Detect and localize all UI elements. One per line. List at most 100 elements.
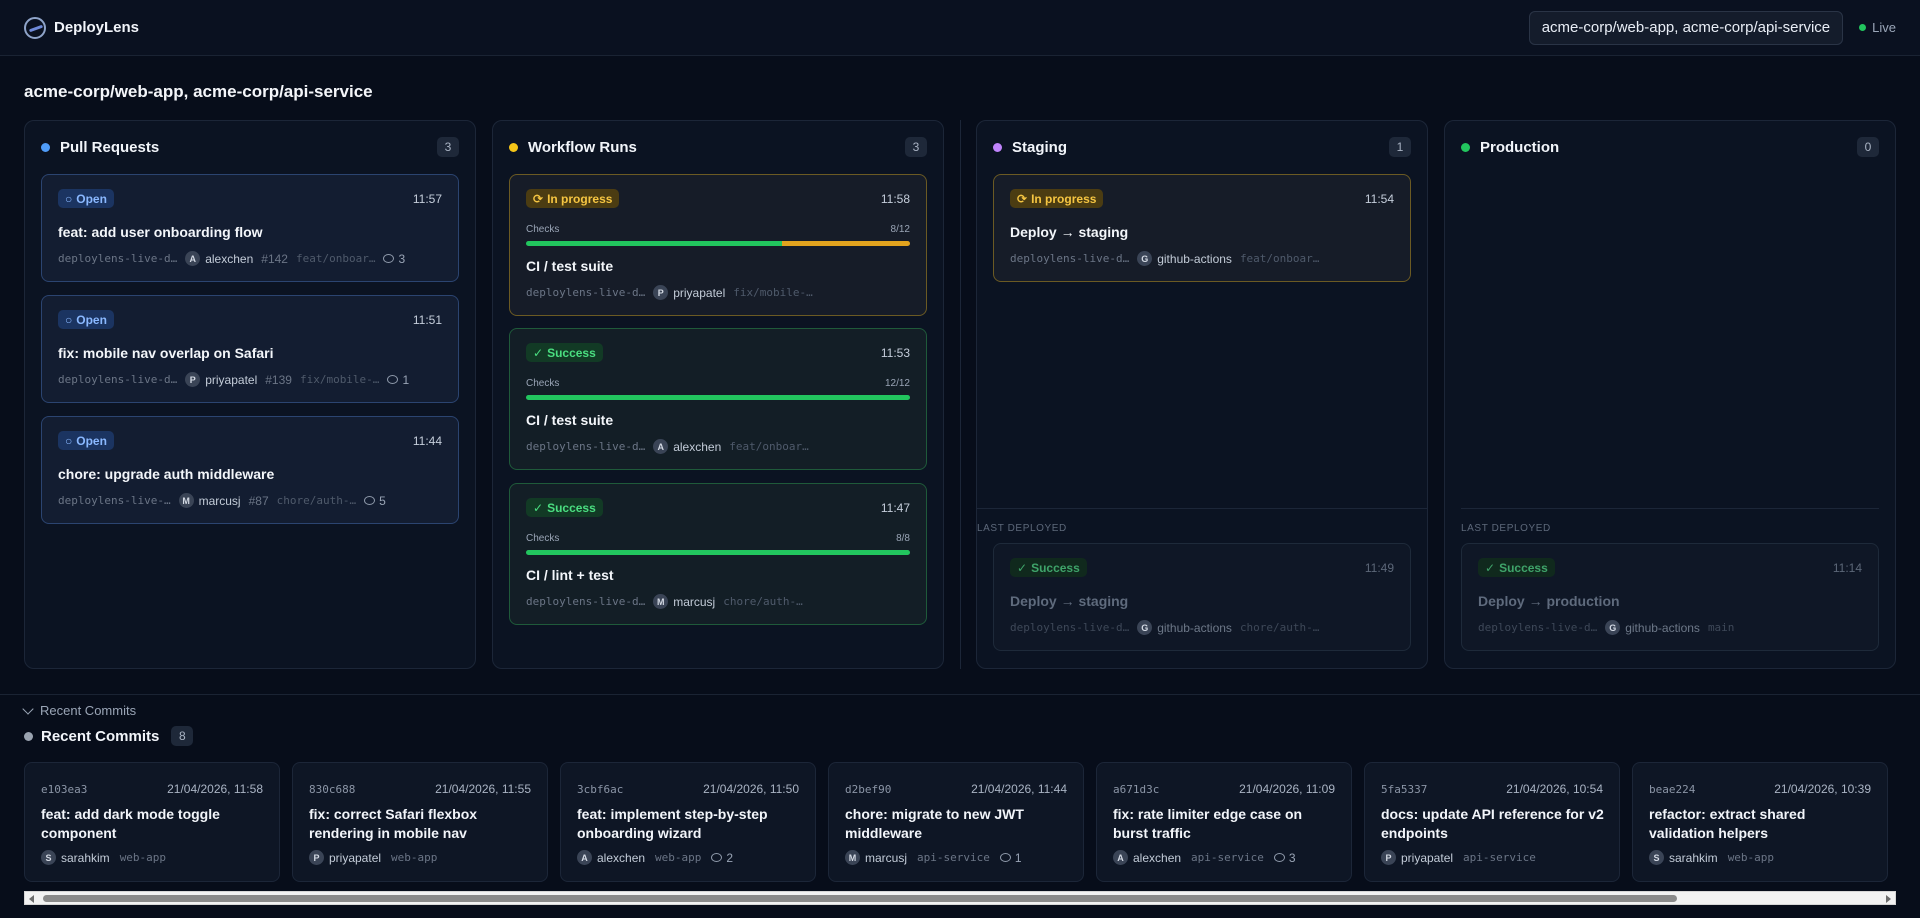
commit-sha: d2bef90 — [845, 783, 892, 796]
timestamp: 11:57 — [412, 191, 442, 206]
toggle-label: Recent Commits — [40, 703, 137, 718]
avatar: P — [1381, 850, 1396, 865]
last-deployment-card[interactable]: ✓ Success 11:14 Deploy → production depl… — [1461, 543, 1879, 651]
comment-count: 2 — [711, 851, 733, 865]
run-title: CI / test suite — [526, 412, 614, 428]
commit-date: 21/04/2026, 11:09 — [1239, 782, 1335, 796]
comment-icon — [383, 254, 395, 263]
pr-card[interactable]: ○ Open 11:44 chore: upgrade auth middlew… — [41, 416, 459, 524]
workflow-run-card[interactable]: ✓ Success 11:47 Checks 8/8 CI / lint + t… — [509, 483, 927, 625]
commit-title: fix: rate limiter edge case on burst tra… — [1113, 806, 1303, 841]
checks-count: 8/12 — [890, 224, 910, 235]
column-title: Production — [1480, 138, 1560, 156]
repo-name: deploylens-live-d… — [526, 286, 646, 299]
status-badge: ⟳ In progress — [526, 189, 620, 208]
author: Ppriyapatel — [1381, 850, 1453, 865]
avatar: S — [1649, 850, 1664, 865]
avatar: A — [1113, 850, 1128, 865]
commit-sha: beae224 — [1649, 783, 1696, 796]
section-divider — [0, 694, 1920, 695]
scrollbar-thumb[interactable] — [43, 895, 1677, 902]
comment-icon — [1273, 853, 1285, 862]
horizontal-scrollbar[interactable] — [24, 891, 1896, 905]
checks-row: Checks 8/12 — [526, 224, 910, 235]
live-dot-icon — [1859, 24, 1867, 31]
runs-status-dot-icon — [509, 142, 518, 152]
repo-name: api-service — [917, 851, 990, 864]
staging-status-dot-icon — [993, 142, 1002, 152]
commit-sha: 3cbf6ac — [577, 783, 624, 796]
last-deployment-card[interactable]: ✓ Success 11:49 Deploy → staging deployl… — [993, 543, 1411, 651]
production-status-dot-icon — [1461, 142, 1470, 152]
commit-card[interactable]: e103ea3 21/04/2026, 11:58 feat: add dark… — [24, 762, 280, 882]
repo-name: deploylens-live-d… — [58, 252, 178, 265]
commit-date: 21/04/2026, 10:54 — [1506, 782, 1603, 796]
author: Ssarahkim — [41, 850, 110, 865]
deployment-card[interactable]: ⟳ In progress 11:54 Deploy → staging dep… — [993, 174, 1411, 282]
branch-name: chore/auth-… — [276, 494, 357, 507]
repo-name: deploylens-live-… — [58, 494, 171, 507]
repo-selector[interactable]: acme-corp/web-app, acme-corp/api-service — [1528, 10, 1844, 45]
author: Ggithub-actions — [1605, 620, 1700, 635]
run-title: CI / lint + test — [526, 567, 614, 583]
author: Ppriyapatel — [309, 850, 381, 865]
timestamp: 11:58 — [880, 191, 910, 206]
brand[interactable]: DeployLens — [24, 16, 139, 39]
scroll-right-icon[interactable] — [1886, 895, 1891, 903]
checks-row: Checks 12/12 — [526, 378, 910, 389]
staging-column: Staging 1 ⟳ In progress 11:54 Deploy → s… — [976, 120, 1428, 669]
commit-date: 21/04/2026, 10:39 — [1774, 782, 1871, 796]
repo-name: web-app — [1727, 851, 1775, 864]
checks-count: 12/12 — [884, 378, 910, 389]
repo-name: api-service — [1463, 851, 1536, 864]
commit-title: refactor: extract shared validation help… — [1649, 806, 1806, 841]
branch-name: feat/onboar… — [729, 440, 809, 453]
timestamp: 11:49 — [1364, 560, 1394, 575]
commit-card[interactable]: 5fa5337 21/04/2026, 10:54 docs: update A… — [1364, 762, 1620, 882]
workflow-run-card[interactable]: ✓ Success 11:53 Checks 12/12 CI / test s… — [509, 328, 927, 470]
timestamp: 11:53 — [880, 345, 910, 360]
chevron-down-icon — [22, 702, 34, 715]
timestamp: 11:44 — [412, 433, 442, 448]
commit-date: 21/04/2026, 11:58 — [167, 782, 263, 796]
live-indicator: Live — [1859, 20, 1896, 35]
repo-name: deploylens-live-d… — [526, 440, 646, 453]
commit-sha: a671d3c — [1113, 783, 1160, 796]
branch-name: feat/onboar… — [1239, 252, 1320, 265]
avatar: M — [845, 850, 860, 865]
commit-card[interactable]: 3cbf6ac 21/04/2026, 11:50 feat: implemen… — [560, 762, 816, 882]
commit-card[interactable]: beae224 21/04/2026, 10:39 refactor: extr… — [1632, 762, 1888, 882]
pr-card[interactable]: ○ Open 11:51 fix: mobile nav overlap on … — [41, 295, 459, 403]
column-count: 3 — [437, 137, 459, 157]
pr-number: #87 — [248, 493, 269, 508]
status-badge: ○ Open — [58, 189, 114, 208]
recent-commits-toggle[interactable]: Recent Commits — [22, 702, 137, 718]
commit-card[interactable]: d2bef90 21/04/2026, 11:44 chore: migrate… — [828, 762, 1084, 882]
section-divider — [977, 508, 1427, 509]
branch-name: feat/onboar… — [295, 252, 376, 265]
scroll-left-icon[interactable] — [29, 895, 34, 903]
checks-count: 8/8 — [896, 533, 910, 544]
commits-dot-icon — [24, 731, 33, 741]
author: Aalexchen — [653, 439, 721, 454]
author: Ppriyapatel — [653, 285, 725, 300]
checks-progress-bar — [526, 395, 910, 400]
branch-name: fix/mobile-… — [299, 373, 380, 386]
pr-card[interactable]: ○ Open 11:57 feat: add user onboarding f… — [41, 174, 459, 282]
checks-progress-bar — [526, 241, 910, 246]
checks-row: Checks 8/8 — [526, 533, 910, 544]
comment-count: 1 — [387, 373, 409, 387]
commit-card[interactable]: a671d3c 21/04/2026, 11:09 fix: rate limi… — [1096, 762, 1352, 882]
commit-title: feat: implement step-by-step onboarding … — [577, 806, 768, 841]
status-badge: ✓ Success — [1478, 558, 1555, 577]
avatar: M — [653, 594, 669, 609]
workflow-run-card[interactable]: ⟳ In progress 11:58 Checks 8/12 CI / tes… — [509, 174, 927, 316]
commit-card[interactable]: 830c688 21/04/2026, 11:55 fix: correct S… — [292, 762, 548, 882]
repo-name: web-app — [391, 851, 438, 864]
pr-title: chore: upgrade auth middleware — [58, 466, 275, 482]
checks-progress-bar — [526, 550, 910, 555]
status-badge: ⟳ In progress — [1010, 189, 1104, 208]
repo-name: web-app — [119, 851, 167, 864]
column-divider — [960, 120, 961, 669]
branch-name: main — [1707, 621, 1735, 634]
